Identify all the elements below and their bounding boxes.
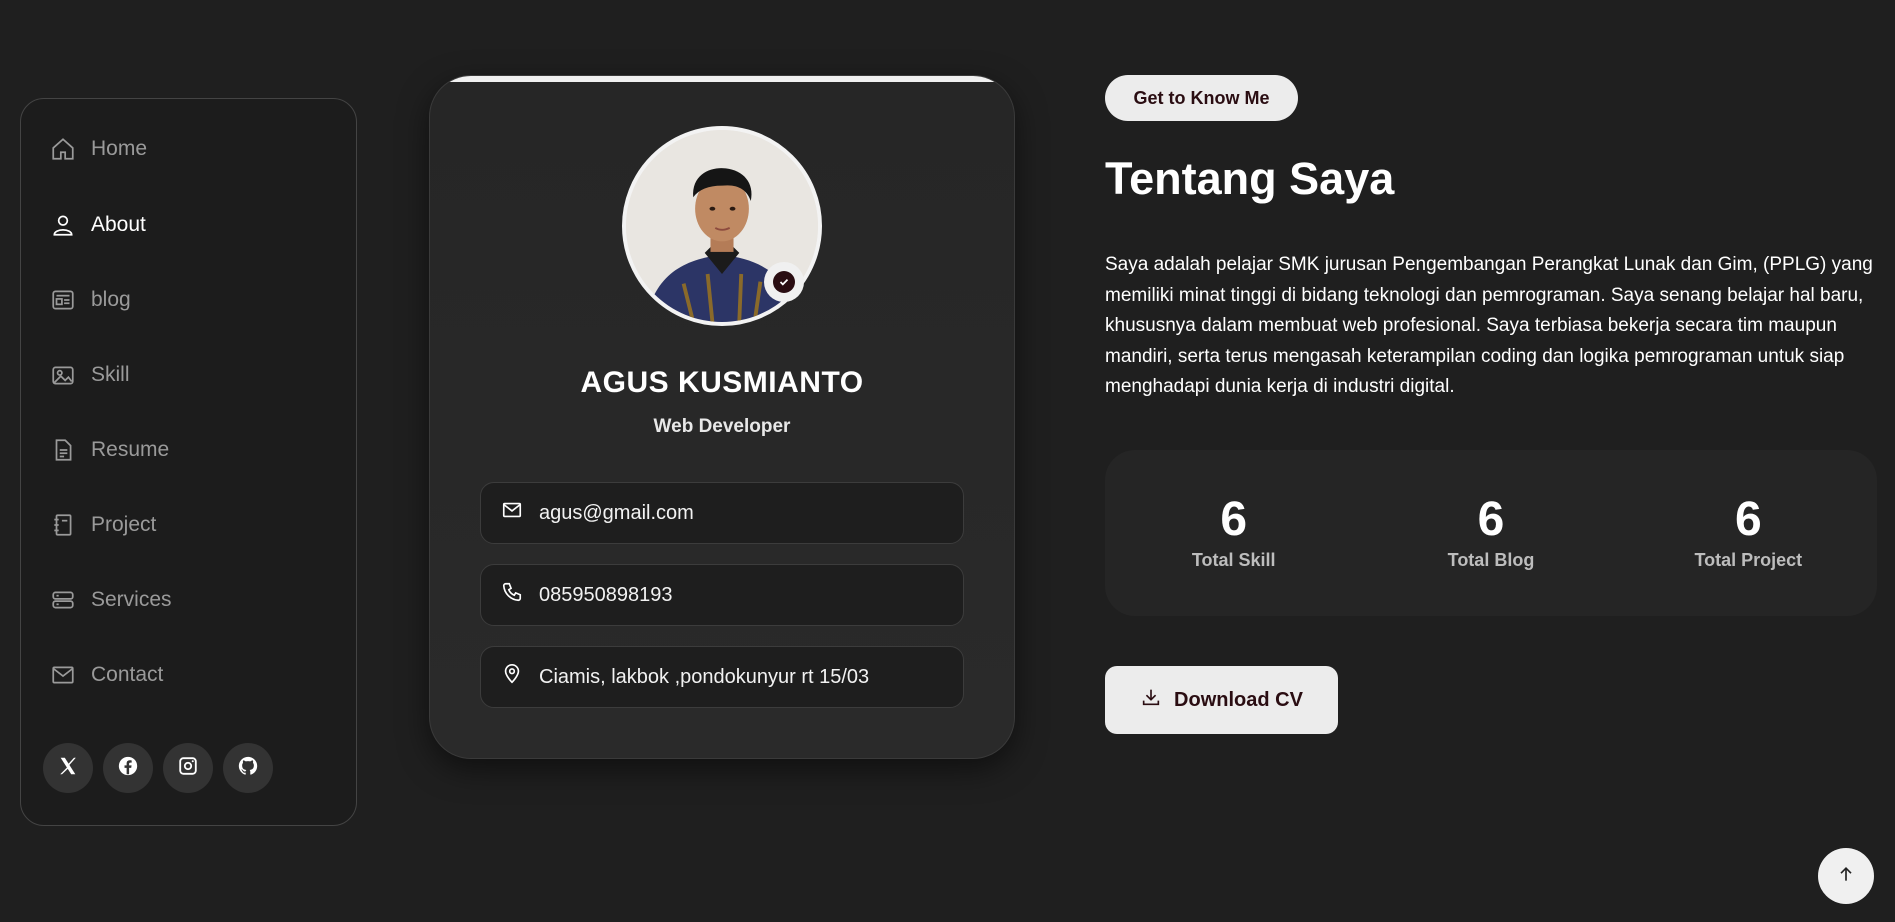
stat-value: 6	[1477, 493, 1505, 546]
stat-value: 6	[1220, 493, 1248, 546]
sidebar-item-label: Skill	[91, 362, 130, 386]
download-cv-label: Download CV	[1174, 688, 1303, 711]
sidebar-item-label: Home	[91, 137, 148, 160]
sidebar-item-label: Project	[91, 512, 157, 536]
location-pin-icon	[501, 663, 523, 691]
address-info: Ciamis, lakbok ,pondokunyur rt 15/03	[480, 646, 964, 708]
phone-icon	[501, 581, 523, 609]
profile-role: Web Developer	[653, 416, 791, 437]
x-link[interactable]	[43, 743, 93, 793]
github-link[interactable]	[223, 743, 273, 793]
x-icon	[57, 755, 79, 782]
check-icon	[773, 271, 795, 293]
stat-total-project: 6 Total Project	[1620, 450, 1877, 616]
sidebar-item-blog[interactable]: blog	[27, 262, 328, 337]
notebook-icon	[49, 511, 77, 539]
envelope-icon	[49, 661, 77, 689]
sidebar-item-label: Services	[91, 587, 172, 611]
sidebar-item-skill[interactable]: Skill	[27, 337, 328, 412]
sidebar-item-label: blog	[91, 287, 131, 311]
card-top-accent	[430, 76, 1014, 82]
download-icon	[1140, 686, 1162, 714]
sidebar-item-label: About	[91, 212, 146, 236]
user-icon	[49, 211, 77, 239]
social-links	[43, 743, 273, 793]
sidebar-item-label: Resume	[91, 437, 170, 461]
sidebar-item-about[interactable]: About	[27, 187, 328, 262]
facebook-link[interactable]	[103, 743, 153, 793]
envelope-icon	[501, 499, 523, 527]
sidebar-item-project[interactable]: Project	[27, 487, 328, 562]
stat-label: Total Skill	[1191, 550, 1276, 570]
stat-value: 6	[1734, 493, 1762, 546]
download-cv-button[interactable]: Download CV	[1105, 666, 1338, 734]
stats-panel: 6 Total Skill 6 Total Blog 6 Total Proje…	[1105, 450, 1877, 616]
image-icon	[49, 361, 77, 389]
github-icon	[237, 755, 259, 782]
document-icon	[49, 436, 77, 464]
stat-label: Total Blog	[1447, 550, 1535, 570]
sidebar-item-contact[interactable]: Contact	[27, 637, 328, 712]
sidebar-item-label: Contact	[91, 662, 164, 686]
instagram-link[interactable]	[163, 743, 213, 793]
email-info: agus@gmail.com	[480, 482, 964, 544]
stat-total-blog: 6 Total Blog	[1362, 450, 1619, 616]
get-to-know-me-badge: Get to Know Me	[1105, 75, 1298, 121]
verified-badge	[764, 262, 804, 302]
profile-card: AGUS KUSMIANTO Web Developer agus@gmail.…	[429, 75, 1015, 759]
profile-name: AGUS KUSMIANTO	[580, 366, 864, 399]
phone-text: 085950898193	[539, 583, 673, 606]
facebook-icon	[117, 755, 139, 782]
server-icon	[49, 586, 77, 614]
stat-label: Total Project	[1694, 550, 1803, 570]
phone-info: 085950898193	[480, 564, 964, 626]
sidebar: Home About blog Skill Resume Project Ser…	[20, 98, 357, 826]
scroll-to-top-button[interactable]	[1818, 848, 1874, 904]
sidebar-item-home[interactable]: Home	[27, 111, 328, 187]
arrow-up-icon	[1836, 864, 1856, 889]
instagram-icon	[177, 755, 199, 782]
about-description: Saya adalah pelajar SMK jurusan Pengemba…	[1105, 254, 1873, 397]
page: Home About blog Skill Resume Project Ser…	[0, 0, 1895, 922]
email-text: agus@gmail.com	[539, 501, 694, 524]
sidebar-item-services[interactable]: Services	[27, 562, 328, 637]
stat-total-skill: 6 Total Skill	[1105, 450, 1362, 616]
sidebar-item-resume[interactable]: Resume	[27, 412, 328, 487]
newspaper-icon	[49, 286, 77, 314]
home-icon	[49, 135, 77, 163]
address-text: Ciamis, lakbok ,pondokunyur rt 15/03	[539, 665, 870, 688]
page-title: Tentang Saya	[1105, 153, 1395, 204]
